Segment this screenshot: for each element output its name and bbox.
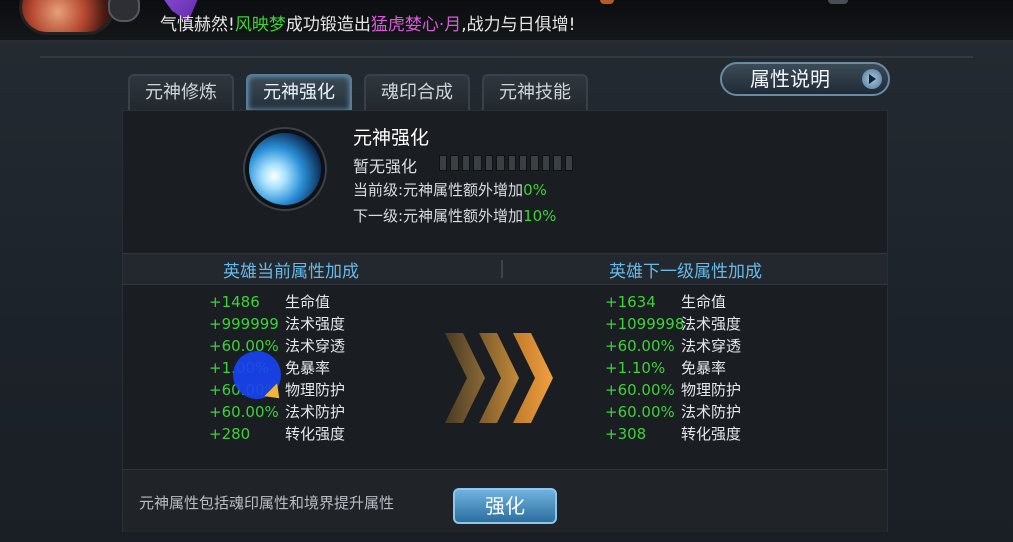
announcement-player: 风映梦 [234,15,286,35]
attribute-help-button[interactable]: 属性说明 [720,62,890,96]
stat-name: 法术防护 [285,403,346,421]
enhance-status: 暂无强化 [353,157,418,176]
upgrade-arrows-icon [445,333,565,423]
current-stat-row: +999999 法术强度 [209,313,345,335]
current-stat-row: +60.00% 法术防护 [209,401,345,423]
stat-name: 免暴率 [681,359,727,377]
next-stat-row: +60.00% 法术穿透 [605,335,741,357]
tab-soul-cultivation[interactable]: 元神修炼 [128,74,234,110]
enhance-title: 元神强化 [353,127,430,149]
soul-panel: 元神修炼 元神强化 魂印合成 元神技能 属性说明 元神强化 暂无强化 当前级:元… [0,42,1013,542]
stat-name: 生命值 [681,293,727,311]
announcement-text: 气慎赫然!风映梦成功锻造出猛虎婪心·月,战力与日俱增! [160,10,575,35]
next-stat-row: +60.00% 物理防护 [605,379,741,401]
current-stat-row: +60.00% 法术穿透 [209,335,345,357]
announcement-bar: 气慎赫然!风映梦成功锻造出猛虎婪心·月,战力与日俱增! [0,0,1013,42]
chevron-right-icon [479,333,519,423]
next-stat-row: +60.00% 法术防护 [605,401,741,423]
tab-soul-enhance[interactable]: 元神强化 [246,74,352,110]
progress-segment [541,155,551,171]
stat-name: 转化强度 [681,425,742,443]
enhance-footer: 元神属性包括魂印属性和境界提升属性 强化 [123,469,887,532]
stat-value: +60.00% [209,403,279,421]
stat-value: +60.00% [605,381,675,399]
ornament-icon [600,0,614,4]
enhance-button[interactable]: 强化 [453,488,557,524]
progress-segment [496,155,505,171]
tab-seal-synthesis[interactable]: 魂印合成 [364,74,470,110]
current-stat-row: +1486 生命值 [209,291,345,313]
avatar-frame-icon [108,0,140,22]
help-button-label: 属性说明 [750,67,830,91]
stat-value: +999999 [209,315,279,333]
ornament-icon [828,0,848,4]
header-divider [501,260,503,278]
next-stat-row: +1099998法术强度 [605,313,741,335]
enhance-content: 元神强化 暂无强化 当前级:元神属性额外增加0% 下一级:元神属性额外增加10%… [122,110,888,532]
progress-segment [461,155,471,171]
stat-value: +1634 [605,293,656,311]
stat-value: +308 [605,425,647,443]
next-level-label: 下一级:元神属性额外增加 [353,207,524,225]
stat-name: 法术强度 [681,315,742,333]
stat-value: +1.10% [605,359,666,377]
next-stat-row: +308 转化强度 [605,423,741,445]
stat-name: 转化强度 [285,425,346,443]
stat-name: 法术穿透 [681,337,742,355]
progress-segment [439,155,448,171]
stat-name: 物理防护 [285,381,346,399]
announcement-mid: 成功锻造出 [285,15,371,35]
current-stats-header: 英雄当前属性加成 [223,262,359,282]
stat-value: +1486 [209,293,260,311]
progress-segment [530,155,539,171]
next-stat-row: +1634 生命值 [605,291,741,313]
current-level-label: 当前级:元神属性额外增加 [353,181,524,199]
stat-name: 物理防护 [681,381,742,399]
progress-segment [553,155,562,171]
footer-note: 元神属性包括魂印属性和境界提升属性 [139,494,395,512]
enhance-progress-bar [439,155,574,171]
announcement-item: 猛虎婪心·月 [370,15,462,35]
stat-name: 免暴率 [285,359,331,377]
stat-name: 法术穿透 [285,337,346,355]
stat-value: +60.00% [605,403,675,421]
stats-header: 英雄当前属性加成 英雄下一级属性加成 [123,253,887,285]
soul-orb-icon [249,133,321,205]
stat-name: 生命值 [285,293,331,311]
announcement-prefix: 气慎赫然! [160,15,235,35]
stat-value: +1099998 [605,315,685,333]
current-level-value: 0% [523,181,547,199]
progress-segment [450,155,459,171]
announcement-suffix: ,战力与日俱增! [461,15,576,35]
stat-name: 法术防护 [681,403,742,421]
next-level-line: 下一级:元神属性额外增加10% [353,205,556,226]
player-avatar[interactable] [22,0,112,32]
tab-soul-skills[interactable]: 元神技能 [482,74,588,110]
progress-segment [564,155,574,171]
stat-value: +60.00% [605,337,675,355]
play-arrow-icon [862,69,882,89]
panel-divider [40,56,973,58]
stat-value: +280 [209,425,251,443]
next-stats-list: +1634 生命值 +1099998法术强度 +60.00% 法术穿透 +1.10% 免暴率… [605,291,741,445]
current-level-line: 当前级:元神属性额外增加0% [353,179,547,200]
chevron-right-icon [445,333,485,423]
chevron-right-icon [513,333,553,423]
progress-segment [473,155,482,171]
next-level-value: 10% [523,207,557,225]
next-stats-header: 英雄下一级属性加成 [609,262,762,282]
next-stat-row: +1.10% 免暴率 [605,357,741,379]
progress-segment [484,155,494,171]
progress-segment [507,155,516,171]
current-stat-row: +280 转化强度 [209,423,345,445]
progress-segment [518,155,528,171]
stat-name: 法术强度 [285,315,346,333]
